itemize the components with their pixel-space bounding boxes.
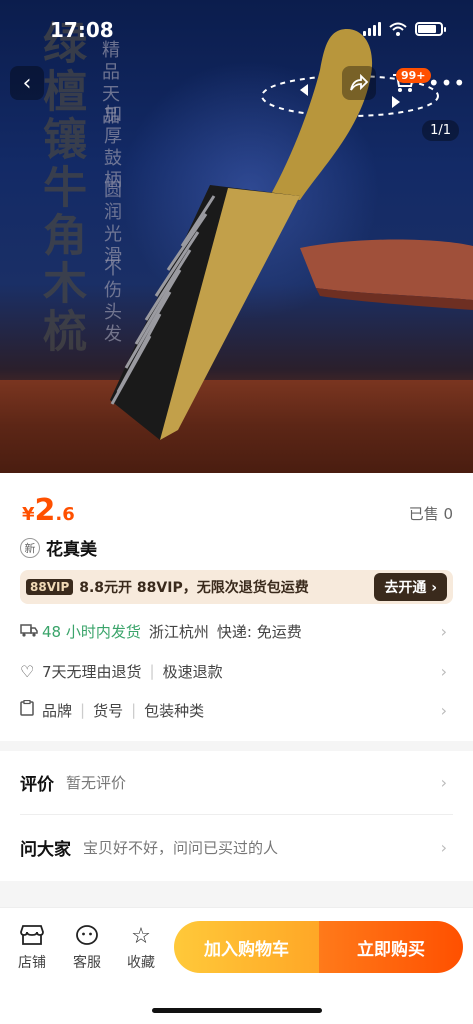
vip-tag: 88VIP	[26, 579, 74, 595]
param-packaging: 包装种类	[144, 701, 205, 720]
status-icons	[363, 22, 446, 36]
wifi-icon	[389, 22, 407, 36]
status-bar: 17:08	[0, 0, 473, 58]
chevron-right-icon: ›	[440, 700, 447, 720]
add-to-cart-button[interactable]: 加入购物车	[174, 921, 319, 973]
reviews-qa-section: 评价 暂无评价 › 问大家 宝贝好不好，问问已买过的人 ›	[0, 751, 473, 881]
separator: |	[80, 701, 86, 719]
shop-label: 店铺	[18, 955, 46, 971]
reviews-subtitle: 暂无评价	[66, 773, 127, 792]
param-brand: 品牌	[42, 701, 73, 720]
price-symbol: ¥	[22, 504, 35, 525]
customer-service-button[interactable]: 客服	[67, 924, 107, 972]
service-row[interactable]: ♡ 7天无理由退货 | 极速退款 ›	[20, 659, 453, 683]
chevron-left-icon: ‹	[22, 70, 32, 96]
page-indicator: 1/1	[422, 120, 459, 141]
buy-now-button[interactable]: 立即购买	[319, 921, 463, 973]
qa-title: 问大家	[20, 839, 71, 860]
param-sku: 货号	[93, 701, 124, 720]
vip-promo-bar[interactable]: 88VIP 8.8元开 88VIP，无限次退货包运费 去开通 ›	[20, 570, 453, 604]
separator: |	[131, 701, 137, 719]
params-row[interactable]: 品牌 | 货号 | 包装种类 ›	[20, 698, 453, 722]
more-button[interactable]: •••	[427, 66, 467, 100]
vip-open-button[interactable]: 去开通 ›	[374, 573, 447, 601]
divider	[20, 814, 453, 815]
more-icon: •••	[427, 71, 467, 95]
product-info-card: ¥2.6 已售 0 新 花真美 88VIP 8.8元开 88VIP，无限次退货包…	[0, 473, 473, 741]
ship-location: 浙江杭州	[148, 622, 209, 641]
shop-button[interactable]: 店铺	[12, 924, 52, 972]
shipping-row[interactable]: 48 小时内发货 浙江杭州 快递: 免运费 ›	[20, 619, 453, 643]
qa-subtitle: 宝贝好不好，问问已买过的人	[83, 838, 279, 857]
separator: |	[149, 662, 155, 680]
home-indicator	[152, 1008, 322, 1013]
price-decimal: .6	[55, 504, 75, 525]
chevron-right-icon: ›	[440, 621, 447, 641]
refund-policy: 极速退款	[162, 662, 223, 681]
share-button[interactable]	[342, 66, 376, 100]
price-integer: 2	[34, 493, 56, 528]
clipboard-icon	[20, 699, 42, 720]
vip-text: 8.8元开 88VIP，无限次退货包运费	[79, 580, 309, 596]
chevron-right-icon: ›	[440, 661, 447, 681]
star-icon: ☆	[131, 924, 151, 949]
signal-icon	[363, 22, 381, 36]
heart-icon: ♡	[20, 661, 35, 681]
chat-face-icon	[67, 924, 107, 952]
favorite-button[interactable]: ☆ 收藏	[121, 924, 161, 972]
shop-icon	[12, 924, 52, 952]
delivery-time: 48 小时内发货	[42, 622, 141, 641]
express-fee: 快递: 免运费	[216, 622, 302, 641]
battery-icon	[415, 22, 446, 36]
truck-icon	[20, 622, 42, 641]
product-title[interactable]: 花真美	[46, 535, 97, 560]
chevron-right-icon: ›	[440, 837, 447, 857]
favorite-label: 收藏	[127, 955, 155, 971]
share-icon	[350, 74, 369, 91]
return-policy: 7天无理由退货	[42, 662, 142, 681]
service-label: 客服	[73, 955, 101, 971]
chevron-right-icon: ›	[440, 772, 447, 792]
qa-row[interactable]: 问大家 宝贝好不好，问问已买过的人 ›	[20, 834, 453, 860]
back-button[interactable]: ‹	[10, 66, 44, 100]
reviews-title: 评价	[20, 774, 54, 795]
status-time: 17:08	[50, 18, 114, 42]
price: ¥2.6	[22, 493, 75, 528]
title-row: 新 花真美	[20, 535, 97, 560]
sold-count: 已售 0	[408, 505, 453, 523]
cart-badge: 99+	[396, 68, 431, 83]
reviews-row[interactable]: 评价 暂无评价 ›	[20, 769, 453, 795]
new-tag: 新	[20, 537, 40, 558]
bottom-action-bar: 店铺 客服 ☆ 收藏 加入购物车 立即购买	[0, 907, 473, 1024]
